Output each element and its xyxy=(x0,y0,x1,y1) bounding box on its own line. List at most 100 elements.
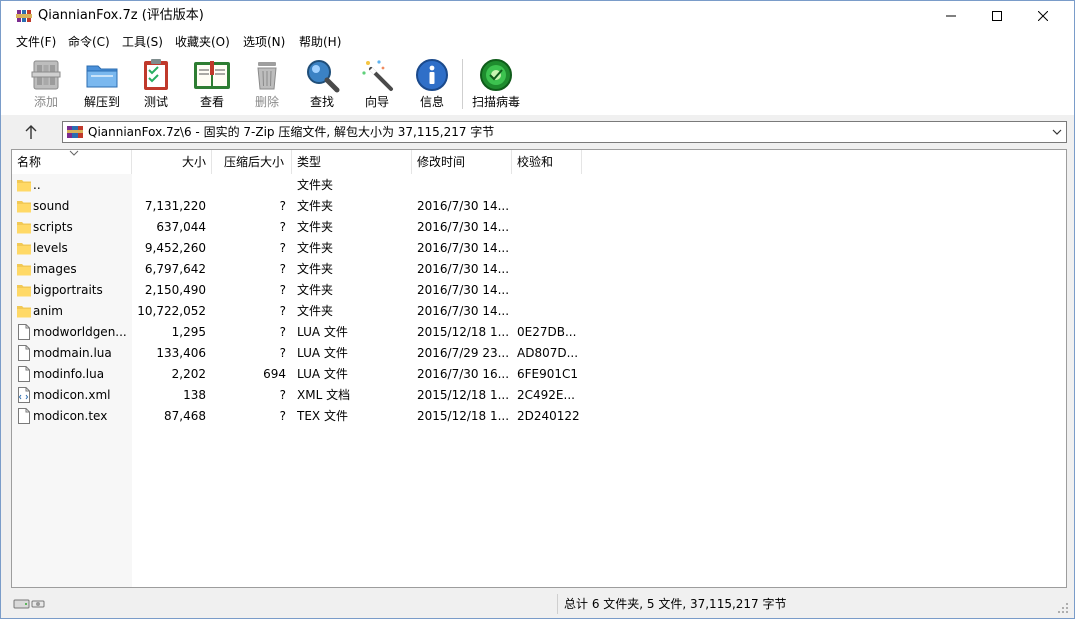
file-modified: 2015/12/18 1... xyxy=(417,388,510,402)
extract-to-button[interactable]: 解压到 xyxy=(75,55,129,113)
table-row[interactable]: modmain.lua 133,406? LUA 文件 2016/7/29 23...… xyxy=(12,343,1066,364)
folder-icon xyxy=(17,306,31,318)
file-name: bigportraits xyxy=(33,283,103,297)
column-header-packed[interactable]: 压缩后大小 xyxy=(212,150,292,174)
sort-caret-icon xyxy=(69,150,79,156)
file-modified: 2016/7/30 14... xyxy=(417,220,510,234)
table-row[interactable]: bigportraits 2,150,490? 文件夹 2016/7/30 14... xyxy=(12,280,1066,301)
toolbar: 添加 解压到 测试 查看 删除 查找 向导 信息 扫描病毒 xyxy=(1,53,1074,116)
file-type: XML 文档 xyxy=(297,388,351,402)
table-row[interactable]: modicon.tex 87,468? TEX 文件 2015/12/18 1... 2… xyxy=(12,406,1066,427)
table-row[interactable]: .. 文件夹 xyxy=(12,175,1066,196)
table-row[interactable]: modinfo.lua 2,202 694 LUA 文件 2016/7/30 16...… xyxy=(12,364,1066,385)
folder-icon xyxy=(17,201,31,213)
winrar-window: QiannianFox.7z (评估版本) 文件(F) 命令(C) 工具(S) … xyxy=(0,0,1075,619)
wizard-button[interactable]: 向导 xyxy=(350,55,404,113)
menu-favorites[interactable]: 收藏夹(O) xyxy=(175,34,230,50)
maximize-icon xyxy=(992,11,1002,21)
menu-options[interactable]: 选项(N) xyxy=(243,34,285,50)
menu-file[interactable]: 文件(F) xyxy=(16,34,56,50)
file-packed-size: ? xyxy=(279,283,286,297)
file-modified: 2016/7/30 14... xyxy=(417,241,510,255)
file-icon xyxy=(18,324,30,340)
extract-to-label: 解压到 xyxy=(83,95,120,109)
add-button[interactable]: 添加 xyxy=(19,55,73,113)
virus-scan-button[interactable]: 扫描病毒 xyxy=(469,55,523,113)
table-row[interactable]: sound 7,131,220? 文件夹 2016/7/30 14... xyxy=(12,196,1066,217)
file-icon xyxy=(18,345,30,361)
table-row[interactable]: modworldgen... 1,295? LUA 文件 2015/12/18 1..… xyxy=(12,322,1066,343)
column-header-crc[interactable]: 校验和 xyxy=(512,150,582,174)
menu-help[interactable]: 帮助(H) xyxy=(299,34,341,50)
checklist-icon xyxy=(144,59,168,90)
table-row[interactable]: images 6,797,642? 文件夹 2016/7/30 14... xyxy=(12,259,1066,280)
path-combobox[interactable]: QiannianFox.7z\6 - 固实的 7-Zip 压缩文件, 解包大小为… xyxy=(62,121,1067,143)
winrar-app-icon[interactable] xyxy=(16,8,32,24)
chevron-down-icon[interactable] xyxy=(1051,126,1063,138)
status-bar: 总计 6 文件夹, 5 文件, 37,115,217 字节 xyxy=(1,591,1074,618)
view-label: 查看 xyxy=(199,95,224,109)
column-crc-label: 校验和 xyxy=(517,155,554,169)
title-bar[interactable]: QiannianFox.7z (评估版本) xyxy=(1,1,1074,31)
status-summary: 总计 6 文件夹, 5 文件, 37,115,217 字节 xyxy=(564,597,787,611)
file-modified: 2015/12/18 1... xyxy=(417,325,510,339)
delete-button[interactable]: 删除 xyxy=(240,55,294,113)
file-crc: 2C492E... xyxy=(517,388,575,402)
file-type: 文件夹 xyxy=(297,220,334,234)
minimize-icon xyxy=(946,15,956,17)
file-crc: AD807D... xyxy=(517,346,579,360)
file-name: levels xyxy=(33,241,68,255)
table-row[interactable]: modicon.xml 138? XML 文档 2015/12/18 1... 2C49… xyxy=(12,385,1066,406)
file-type: 文件夹 xyxy=(297,262,334,276)
file-type: 文件夹 xyxy=(297,304,334,318)
file-packed-size: ? xyxy=(279,409,286,423)
table-row[interactable]: anim 10,722,052? 文件夹 2016/7/30 14... xyxy=(12,301,1066,322)
find-button[interactable]: 查找 xyxy=(295,55,349,113)
table-row[interactable]: scripts 637,044? 文件夹 2016/7/30 14... xyxy=(12,217,1066,238)
maximize-button[interactable] xyxy=(974,1,1020,31)
folder-icon xyxy=(17,243,31,255)
file-name: modworldgen... xyxy=(33,325,127,339)
info-button[interactable]: 信息 xyxy=(405,55,459,113)
file-packed-size: ? xyxy=(279,199,286,213)
test-button[interactable]: 测试 xyxy=(129,55,183,113)
path-text: QiannianFox.7z\6 - 固实的 7-Zip 压缩文件, 解包大小为… xyxy=(88,125,495,139)
menu-bar: 文件(F) 命令(C) 工具(S) 收藏夹(O) 选项(N) 帮助(H) xyxy=(1,31,1074,53)
file-name: modicon.tex xyxy=(33,409,108,423)
file-type: 文件夹 xyxy=(297,283,334,297)
xml-file-icon xyxy=(18,387,30,403)
file-icon xyxy=(18,366,30,382)
drive-icon[interactable] xyxy=(13,597,47,611)
file-packed-size: ? xyxy=(279,304,286,318)
book-view-icon xyxy=(194,61,230,89)
menu-commands[interactable]: 命令(C) xyxy=(68,34,110,50)
archive-icon xyxy=(67,126,83,138)
column-header-size[interactable]: 大小 xyxy=(132,150,212,174)
close-icon xyxy=(1038,11,1048,21)
file-list[interactable]: 名称 大小 压缩后大小 类型 修改时间 校验和 .. 文件夹 sound 7,131,… xyxy=(11,149,1067,588)
add-label: 添加 xyxy=(33,95,58,109)
file-size: 637,044 xyxy=(156,220,206,234)
minimize-button[interactable] xyxy=(928,1,974,31)
file-size: 1,295 xyxy=(171,325,206,339)
file-crc: 6FE901C1 xyxy=(517,367,579,381)
table-row[interactable]: levels 9,452,260? 文件夹 2016/7/30 14... xyxy=(12,238,1066,259)
list-header: 名称 大小 压缩后大小 类型 修改时间 校验和 xyxy=(12,150,1066,174)
find-label: 查找 xyxy=(309,95,334,109)
file-modified: 2016/7/30 14... xyxy=(417,304,510,318)
column-header-modified[interactable]: 修改时间 xyxy=(412,150,512,174)
resize-grip-icon[interactable] xyxy=(1056,601,1070,615)
up-arrow-icon[interactable] xyxy=(21,123,41,141)
menu-tools[interactable]: 工具(S) xyxy=(122,34,163,50)
file-type: LUA 文件 xyxy=(297,367,348,381)
view-button[interactable]: 查看 xyxy=(185,55,239,113)
file-crc: 2D240122 xyxy=(517,409,580,423)
wizard-label: 向导 xyxy=(364,95,389,109)
file-size: 6,797,642 xyxy=(144,262,206,276)
column-header-type[interactable]: 类型 xyxy=(292,150,412,174)
file-modified: 2016/7/30 14... xyxy=(417,283,510,297)
delete-label: 删除 xyxy=(254,95,279,109)
file-name: modicon.xml xyxy=(33,388,111,402)
close-button[interactable] xyxy=(1020,1,1066,31)
file-size: 138 xyxy=(183,388,206,402)
